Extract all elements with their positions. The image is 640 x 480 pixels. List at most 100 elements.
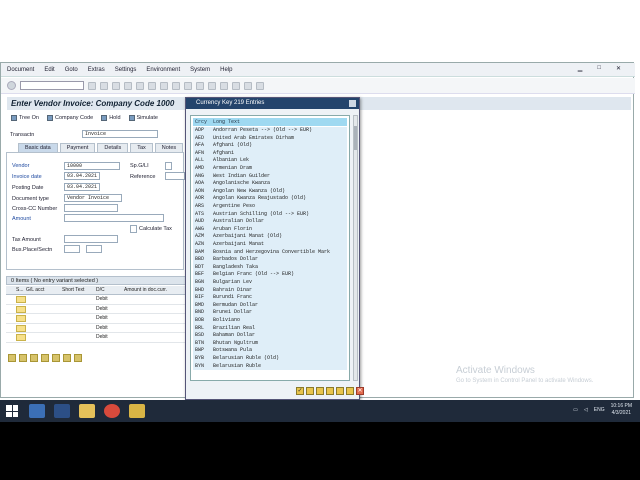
section-field[interactable]: [86, 245, 102, 253]
clock[interactable]: 10:16 PM 4/3/2021: [611, 403, 632, 417]
menu-help[interactable]: Help: [220, 67, 232, 73]
invoice-date-field[interactable]: 03.04.2021: [64, 172, 100, 180]
list-item[interactable]: AWG Aruban Florin: [193, 225, 347, 234]
tab-details[interactable]: Details: [97, 143, 129, 152]
menu-environment[interactable]: Environment: [146, 67, 180, 73]
menu-extras[interactable]: Extras: [88, 67, 105, 73]
list-item[interactable]: BGN Bulgarian Lev: [193, 279, 347, 287]
tab-payment[interactable]: Payment: [59, 143, 96, 152]
list-item[interactable]: AED United Arab Emirates Dirham: [193, 134, 347, 143]
vendor-field[interactable]: 10000: [64, 162, 120, 170]
sort-icon[interactable]: [74, 354, 82, 362]
new-session-icon[interactable]: [220, 81, 228, 90]
print-icon[interactable]: [136, 81, 144, 90]
hold-button[interactable]: Hold: [101, 115, 121, 121]
file-explorer-icon[interactable]: [79, 404, 95, 418]
bus-place-field[interactable]: [64, 245, 80, 253]
dc-select[interactable]: Debit: [96, 295, 124, 304]
list-item[interactable]: BYB Belarusian Ruble (Old): [193, 355, 347, 363]
list-item[interactable]: AFN Afghani: [193, 149, 347, 158]
dialog-close-icon[interactable]: [349, 100, 356, 107]
list-item[interactable]: BRL Brazilian Real: [193, 324, 347, 333]
sort-button[interactable]: [336, 387, 344, 395]
find-icon[interactable]: [148, 81, 156, 90]
simulate-button[interactable]: Simulate: [128, 115, 158, 121]
save-icon[interactable]: [88, 81, 96, 90]
table-row[interactable]: Debit: [6, 333, 186, 343]
menu-document[interactable]: Document: [7, 67, 34, 73]
find-button[interactable]: [316, 387, 324, 395]
scroll-thumb[interactable]: [354, 126, 357, 150]
windows-start-icon[interactable]: [4, 403, 20, 419]
command-field[interactable]: [20, 81, 84, 90]
copy-row-icon[interactable]: [63, 354, 71, 362]
amount-field[interactable]: [64, 214, 164, 222]
list-item[interactable]: BAM Bosnia and Herzegovina Convertible Ma…: [193, 248, 347, 257]
table-row[interactable]: Debit: [6, 314, 186, 324]
prev-page-icon[interactable]: [184, 81, 192, 90]
first-page-icon[interactable]: [172, 81, 180, 90]
close-icon[interactable]: ✕: [616, 65, 621, 72]
list-item[interactable]: ALL Albanian Lek: [193, 157, 347, 165]
continue-button[interactable]: ✓: [296, 387, 304, 395]
tree-on-button[interactable]: Tree On: [11, 115, 39, 121]
insert-row-icon[interactable]: [41, 354, 49, 362]
shortcut-icon[interactable]: [232, 81, 240, 90]
list-item[interactable]: BTN Bhutan Ngultrum: [193, 339, 347, 348]
network-icon[interactable]: ▭: [573, 407, 578, 413]
tab-notes[interactable]: Notes: [154, 143, 184, 152]
cancel-button[interactable]: ✕: [356, 387, 364, 395]
list-item[interactable]: AUD Australian Dollar: [193, 218, 347, 226]
list-item[interactable]: AON Angolan New Kwanza (Old): [193, 187, 347, 196]
language-indicator[interactable]: ENG: [594, 407, 605, 413]
dialog-scrollbar[interactable]: [353, 115, 358, 381]
dc-select[interactable]: Debit: [96, 314, 124, 323]
table-row[interactable]: Debit: [6, 324, 186, 333]
calculate-tax-checkbox[interactable]: [130, 225, 137, 233]
table-row[interactable]: Debit: [6, 295, 186, 305]
tax-amount-field[interactable]: [64, 235, 118, 243]
list-item[interactable]: BEF Belgian Franc (Old --> EUR): [193, 271, 347, 279]
list-item[interactable]: AOR Angolan Kwanza Reajustado (Old): [193, 195, 347, 203]
document-type-select[interactable]: Vendor Invoice: [64, 194, 122, 202]
list-item[interactable]: BYN Belarusian Ruble: [193, 362, 347, 371]
list-item[interactable]: ATS Austrian Schilling (Old --> EUR): [193, 210, 347, 219]
details-icon[interactable]: [8, 354, 16, 362]
list-item[interactable]: BHD Bahrain Dinar: [193, 286, 347, 295]
back-icon[interactable]: [100, 81, 108, 90]
delete-row-icon[interactable]: [52, 354, 60, 362]
tab-tax[interactable]: Tax: [130, 143, 153, 152]
exit-icon[interactable]: [112, 81, 120, 90]
chrome-icon[interactable]: [104, 404, 120, 418]
deselect-icon[interactable]: [30, 354, 38, 362]
list-item[interactable]: ARS Argentine Peso: [193, 203, 347, 211]
tab-basic-data[interactable]: Basic data: [18, 143, 58, 152]
list-item[interactable]: BBD Barbados Dollar: [193, 256, 347, 264]
layout-icon[interactable]: [256, 81, 264, 90]
restrict-button[interactable]: [306, 387, 314, 395]
server-manager-icon[interactable]: [29, 404, 45, 418]
menu-goto[interactable]: Goto: [65, 67, 78, 73]
dc-select[interactable]: Debit: [96, 333, 124, 342]
list-item[interactable]: BIF Burundi Franc: [193, 294, 347, 302]
menu-edit[interactable]: Edit: [44, 67, 54, 73]
transaction-select[interactable]: Invoice: [82, 130, 158, 138]
minimize-icon[interactable]: ▁: [578, 65, 583, 72]
table-row[interactable]: Debit: [6, 305, 186, 314]
list-item[interactable]: BMD Bermudan Dollar: [193, 301, 347, 310]
list-item[interactable]: BOB Boliviano: [193, 317, 347, 325]
list-item[interactable]: BWP Botswana Pula: [193, 347, 347, 355]
print-button[interactable]: [346, 387, 354, 395]
company-code-button[interactable]: Company Code: [46, 115, 93, 121]
enter-icon[interactable]: [7, 81, 16, 90]
restore-icon[interactable]: □: [597, 65, 601, 72]
list-item[interactable]: AZN Azerbaijani Manat: [193, 241, 347, 249]
list-item[interactable]: AZM Azerbaijani Manat (Old): [193, 233, 347, 241]
list-item[interactable]: ADP Andorran Peseta --> (Old --> EUR): [193, 127, 347, 135]
cross-cc-field[interactable]: [64, 204, 118, 212]
list-item[interactable]: BSD Bahaman Dollar: [193, 332, 347, 340]
help-icon[interactable]: [244, 81, 252, 90]
list-item[interactable]: AFA Afghani (Old): [193, 142, 347, 150]
volume-icon[interactable]: ◁: [584, 407, 588, 413]
posting-date-field[interactable]: 03.04.2021: [64, 183, 100, 191]
